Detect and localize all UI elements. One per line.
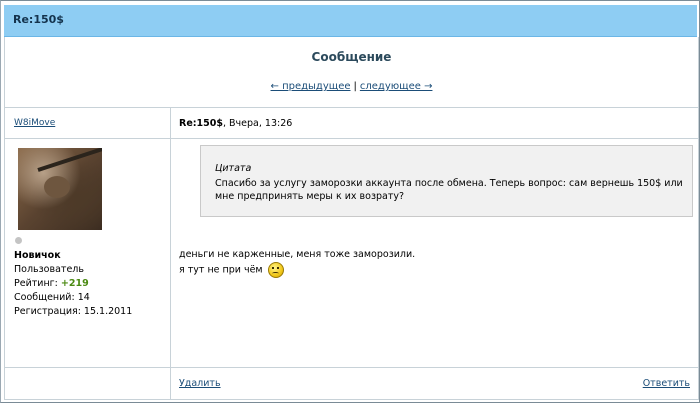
user-post-count: Сообщений: 14 xyxy=(14,292,90,303)
post-subject: Re:150$ xyxy=(179,118,223,129)
message-navigation: ← предыдущее | следующее → xyxy=(5,81,698,92)
rating-label: Рейтинг: xyxy=(14,278,61,289)
user-group: Пользователь xyxy=(14,264,84,275)
avatar-rifle xyxy=(37,148,102,172)
nav-separator: | xyxy=(353,81,357,92)
next-link[interactable]: следующее → xyxy=(360,81,433,92)
reply-link[interactable]: Ответить xyxy=(643,378,690,389)
user-rank: Новичок xyxy=(14,250,61,261)
message-window: Re:150$ Сообщение ← предыдущее | следующее… xyxy=(0,0,700,403)
rating-value: +219 xyxy=(60,278,89,289)
delete-link[interactable]: Удалить xyxy=(179,378,221,389)
quote-block: Цитата Спасибо за услугу заморозки аккау… xyxy=(200,145,693,217)
unhappy-smiley-icon xyxy=(267,262,284,278)
page-title: Сообщение xyxy=(311,50,392,64)
divider-header xyxy=(5,138,698,139)
post-header: Re:150$, Вчера, 13:26 xyxy=(179,118,292,129)
quote-title: Цитата xyxy=(215,163,252,174)
avatar-figure xyxy=(44,176,70,198)
message-line-1: деньги не карженные, меня тоже заморозил… xyxy=(179,249,416,260)
quote-text: Спасибо за услугу заморозки аккаунта пос… xyxy=(215,178,683,202)
message-line-2-text: я тут не при чём xyxy=(179,264,263,276)
divider-top xyxy=(5,107,698,108)
message-panel: Сообщение ← предыдущее | следующее → W8iMo… xyxy=(4,37,699,400)
user-registration-date: Регистрация: 15.1.2011 xyxy=(14,306,133,317)
column-divider xyxy=(170,107,171,399)
user-info: Новичок Пользователь Рейтинг: +219 Сообщ… xyxy=(14,249,132,319)
post-date: , Вчера, 13:26 xyxy=(223,118,293,129)
window-title: Re:150$ xyxy=(13,13,64,26)
offline-dot-icon xyxy=(15,237,22,244)
message-line-2: я тут не при чём xyxy=(179,262,415,278)
user-rating: Рейтинг: +219 xyxy=(14,277,132,291)
author-name-link[interactable]: W8iMove xyxy=(14,118,55,128)
title-bar: Re:150$ xyxy=(4,5,697,37)
divider-footer xyxy=(5,367,698,368)
avatar xyxy=(18,148,102,230)
previous-link[interactable]: ← предыдущее xyxy=(271,81,351,92)
message-body: деньги не карженные, меня тоже заморозил… xyxy=(179,248,415,278)
